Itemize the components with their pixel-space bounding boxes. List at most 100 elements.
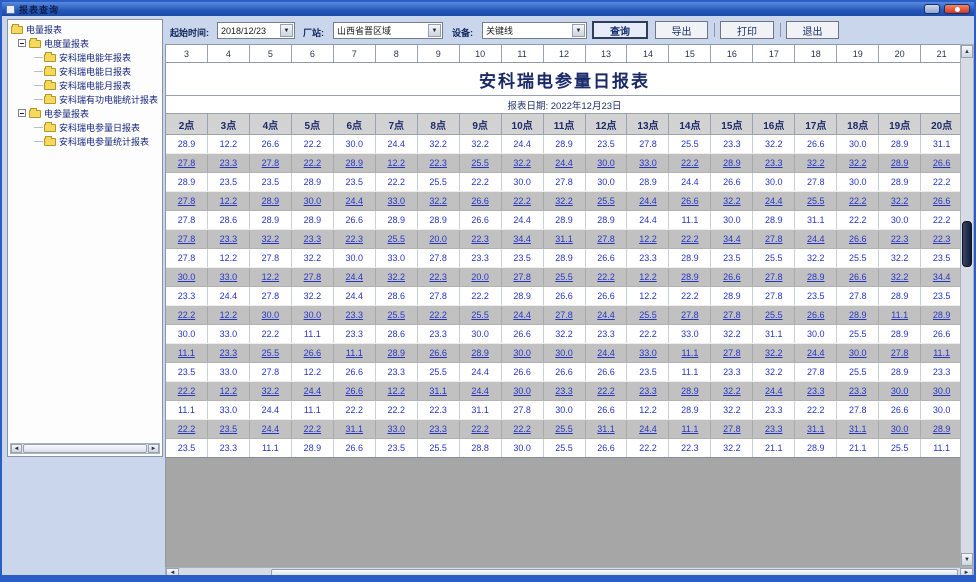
exit-button[interactable]: 退出: [786, 21, 839, 39]
table-cell: 33.0: [208, 325, 250, 343]
table-cell: 26.6: [837, 268, 879, 286]
table-cell: 24.4: [753, 382, 795, 400]
table-cell: 27.8: [292, 268, 334, 286]
tree-item-安科瑞电能日报表[interactable]: 安科瑞电能日报表: [8, 64, 162, 78]
scroll-left-icon[interactable]: ◄: [166, 568, 179, 578]
table-cell: 24.4: [502, 135, 544, 153]
table-cell: 28.9: [921, 306, 963, 324]
table-cell: 25.5: [879, 439, 921, 457]
table-cell: 33.0: [669, 325, 711, 343]
tree-item-安科瑞有功电能统计报表[interactable]: 安科瑞有功电能统计报表: [8, 92, 162, 106]
table-cell: 28.9: [669, 268, 711, 286]
column-number-cell: 6: [292, 45, 334, 62]
table-cell: 30.0: [921, 382, 963, 400]
export-button[interactable]: 导出: [655, 21, 708, 39]
h-scrollbar[interactable]: ◄ ►: [165, 567, 974, 579]
table-cell: 26.6: [586, 249, 628, 267]
column-number-cell: 13: [586, 45, 628, 62]
table-cell: 11.1: [669, 211, 711, 229]
collapse-icon[interactable]: [18, 109, 26, 117]
table-cell: 32.2: [753, 344, 795, 362]
table-cell: 24.4: [627, 192, 669, 210]
h-scroll-track[interactable]: [179, 568, 960, 578]
tree-connector: [34, 71, 43, 72]
table-cell: 32.2: [460, 135, 502, 153]
table-cell: 27.8: [166, 154, 208, 172]
query-button[interactable]: 查询: [592, 21, 648, 39]
table-cell: 24.4: [376, 135, 418, 153]
table-cell: 22.3: [669, 439, 711, 457]
table-cell: 33.0: [627, 154, 669, 172]
close-icon[interactable]: [944, 4, 970, 14]
scroll-right-icon[interactable]: ►: [148, 444, 159, 453]
table-cell: 22.2: [376, 173, 418, 191]
report-tree-panel: 电量报表电度量报表安科瑞电能年报表安科瑞电能日报表安科瑞电能月报表安科瑞有功电能…: [7, 19, 163, 457]
table-cell: 25.5: [544, 268, 586, 286]
table-cell: 22.2: [376, 401, 418, 419]
hour-header-cell: 4点: [250, 114, 292, 134]
table-cell: 23.5: [208, 420, 250, 438]
table-cell: 12.2: [627, 230, 669, 248]
table-row: 23.533.027.812.226.623.325.524.426.626.6…: [166, 363, 963, 382]
table-cell: 21.1: [837, 439, 879, 457]
print-button[interactable]: 打印: [720, 21, 774, 39]
date-picker[interactable]: 2018/12/23 ▼: [217, 22, 295, 39]
scroll-left-icon[interactable]: ◄: [11, 444, 22, 453]
table-cell: 31.1: [418, 382, 460, 400]
table-cell: 28.9: [879, 287, 921, 305]
station-select[interactable]: 山西省晋区域 ▼: [333, 22, 443, 39]
table-cell: 26.6: [586, 287, 628, 305]
tree-item-电度量报表[interactable]: 电度量报表: [8, 36, 162, 50]
v-scrollbar[interactable]: ▲ ▼: [960, 44, 974, 567]
scroll-down-icon[interactable]: ▼: [961, 553, 973, 566]
chevron-down-icon[interactable]: ▼: [572, 24, 585, 37]
table-cell: 24.4: [627, 420, 669, 438]
tree-item-安科瑞电参量统计报表[interactable]: 安科瑞电参量统计报表: [8, 134, 162, 148]
tree-item-电量报表[interactable]: 电量报表: [8, 22, 162, 36]
table-cell: 24.4: [795, 344, 837, 362]
table-cell: 22.2: [460, 287, 502, 305]
tree-h-scroll-thumb[interactable]: [23, 444, 147, 453]
scroll-up-icon[interactable]: ▲: [961, 45, 973, 58]
v-scroll-thumb[interactable]: [962, 221, 972, 267]
tree-item-安科瑞电能月报表[interactable]: 安科瑞电能月报表: [8, 78, 162, 92]
table-cell: 31.1: [921, 135, 963, 153]
scroll-right-icon[interactable]: ►: [960, 568, 973, 578]
table-cell: 30.0: [795, 325, 837, 343]
table-cell: 11.1: [669, 363, 711, 381]
table-cell: 28.9: [711, 287, 753, 305]
table-cell: 26.6: [795, 306, 837, 324]
table-cell: 26.6: [292, 344, 334, 362]
table-cell: 31.1: [586, 420, 628, 438]
table-cell: 22.2: [334, 401, 376, 419]
tree-item-安科瑞电参量日报表[interactable]: 安科瑞电参量日报表: [8, 120, 162, 134]
chevron-down-icon[interactable]: ▼: [280, 24, 293, 37]
collapse-icon[interactable]: [18, 39, 26, 47]
chevron-down-icon[interactable]: ▼: [428, 24, 441, 37]
table-cell: 33.0: [376, 192, 418, 210]
table-cell: 12.2: [208, 382, 250, 400]
table-cell: 28.9: [460, 344, 502, 362]
app-icon: [6, 5, 15, 14]
device-select[interactable]: 关键线 ▼: [482, 22, 587, 39]
maximize-icon[interactable]: [924, 4, 940, 14]
table-cell: 26.6: [250, 135, 292, 153]
table-cell: 28.9: [753, 211, 795, 229]
table-cell: 27.8: [544, 173, 586, 191]
tree-item-安科瑞电能年报表[interactable]: 安科瑞电能年报表: [8, 50, 162, 64]
h-scroll-thumb[interactable]: [271, 569, 958, 577]
table-cell: 24.4: [795, 230, 837, 248]
table-cell: 12.2: [376, 382, 418, 400]
table-cell: 11.1: [921, 439, 963, 457]
table-cell: 23.5: [334, 173, 376, 191]
table-cell: 31.1: [544, 230, 586, 248]
table-cell: 23.3: [921, 363, 963, 381]
tree-item-电参量报表[interactable]: 电参量报表: [8, 106, 162, 120]
table-cell: 25.5: [795, 192, 837, 210]
table-cell: 27.8: [250, 363, 292, 381]
table-cell: 31.1: [837, 420, 879, 438]
table-cell: 24.4: [250, 401, 292, 419]
tree-h-scrollbar[interactable]: ◄ ►: [10, 443, 160, 454]
table-cell: 25.5: [837, 249, 879, 267]
table-cell: 27.8: [418, 249, 460, 267]
